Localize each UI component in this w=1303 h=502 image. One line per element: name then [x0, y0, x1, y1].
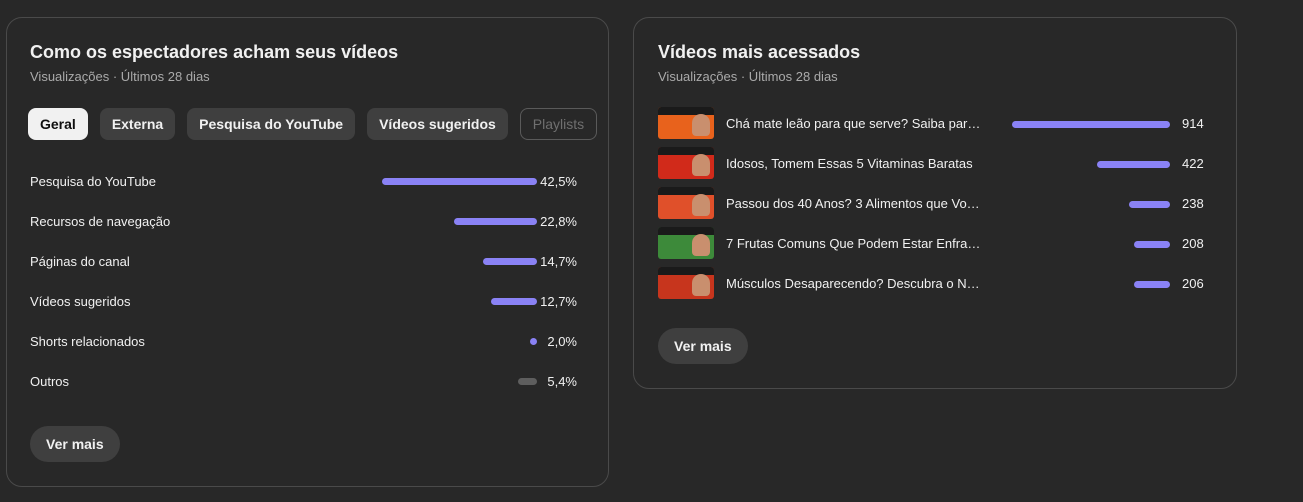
source-bar — [382, 178, 537, 185]
source-value: 14,7% — [540, 254, 577, 269]
traffic-sources-title: Como os espectadores acham seus vídeos — [30, 42, 399, 62]
source-label: Recursos de navegação — [30, 214, 171, 229]
top-videos-title: Vídeos mais acessados — [658, 42, 861, 62]
video-views-bar — [1012, 121, 1170, 128]
video-views-bar — [1128, 201, 1170, 208]
chip-pesquisa-youtube[interactable]: Pesquisa do YouTube — [187, 108, 356, 140]
source-value: 42,5% — [540, 174, 577, 189]
video-row[interactable]: 7 Frutas Comuns Que Podem Estar Enfraque… — [658, 227, 1206, 261]
source-value: 5,4% — [547, 374, 577, 389]
video-title[interactable]: Chá mate leão para que serve? Saiba para… — [726, 116, 982, 131]
source-row: Outros 5,4% — [30, 372, 577, 392]
source-row: Vídeos sugeridos 12,7% — [30, 292, 577, 312]
source-filter-chips: Geral Externa Pesquisa do YouTube Vídeos… — [28, 108, 598, 140]
video-title[interactable]: Idosos, Tomem Essas 5 Vitaminas Baratas — [726, 156, 982, 171]
video-row[interactable]: Passou dos 40 Anos? 3 Alimentos que Você… — [658, 187, 1206, 221]
source-value: 22,8% — [540, 214, 577, 229]
video-row[interactable]: Chá mate leão para que serve? Saiba para… — [658, 107, 1206, 141]
source-bar — [490, 298, 537, 305]
sources-see-more-button[interactable]: Ver mais — [30, 426, 120, 462]
top-videos-card: Vídeos mais acessados Visualizações · Úl… — [633, 17, 1237, 389]
video-views-bar — [1134, 281, 1170, 288]
source-row: Páginas do canal 14,7% — [30, 252, 577, 272]
video-thumbnail[interactable] — [658, 147, 714, 179]
top-videos-subtitle: Visualizações · Últimos 28 dias — [658, 69, 838, 84]
chip-videos-sugeridos[interactable]: Vídeos sugeridos — [367, 108, 508, 140]
traffic-sources-card: Como os espectadores acham seus vídeos V… — [6, 17, 609, 487]
source-bar — [530, 338, 537, 345]
source-bar — [483, 258, 537, 265]
video-views-bar — [1097, 161, 1170, 168]
source-bar — [453, 218, 537, 225]
video-thumbnail[interactable] — [658, 187, 714, 219]
source-row: Pesquisa do YouTube 42,5% — [30, 172, 577, 192]
video-views-bar — [1134, 241, 1170, 248]
video-thumbnail[interactable] — [658, 107, 714, 139]
video-thumbnail[interactable] — [658, 227, 714, 259]
source-label: Páginas do canal — [30, 254, 130, 269]
source-label: Vídeos sugeridos — [30, 294, 131, 309]
video-views: 914 — [1182, 116, 1204, 131]
video-views: 238 — [1182, 196, 1204, 211]
chip-playlists: Playlists — [519, 108, 598, 140]
video-views: 206 — [1182, 276, 1204, 291]
source-label: Outros — [30, 374, 70, 389]
source-value: 2,0% — [547, 334, 577, 349]
top-videos-see-more-button[interactable]: Ver mais — [658, 328, 748, 364]
video-views: 208 — [1182, 236, 1204, 251]
video-title[interactable]: Passou dos 40 Anos? 3 Alimentos que Você… — [726, 196, 982, 211]
chip-externa[interactable]: Externa — [99, 108, 176, 140]
source-bar — [518, 378, 537, 385]
video-row[interactable]: Idosos, Tomem Essas 5 Vitaminas Baratas … — [658, 147, 1206, 181]
video-title[interactable]: Músculos Desaparecendo? Descubra o Nutri… — [726, 276, 982, 291]
source-label: Pesquisa do YouTube — [30, 174, 157, 189]
video-thumbnail[interactable] — [658, 267, 714, 299]
source-row: Shorts relacionados 2,0% — [30, 332, 577, 352]
source-row: Recursos de navegação 22,8% — [30, 212, 577, 232]
chip-geral[interactable]: Geral — [28, 108, 88, 140]
video-views: 422 — [1182, 156, 1204, 171]
video-title[interactable]: 7 Frutas Comuns Que Podem Estar Enfraque… — [726, 236, 982, 251]
traffic-sources-subtitle: Visualizações · Últimos 28 dias — [30, 69, 210, 84]
source-label: Shorts relacionados — [30, 334, 145, 349]
video-row[interactable]: Músculos Desaparecendo? Descubra o Nutri… — [658, 267, 1206, 301]
source-value: 12,7% — [540, 294, 577, 309]
